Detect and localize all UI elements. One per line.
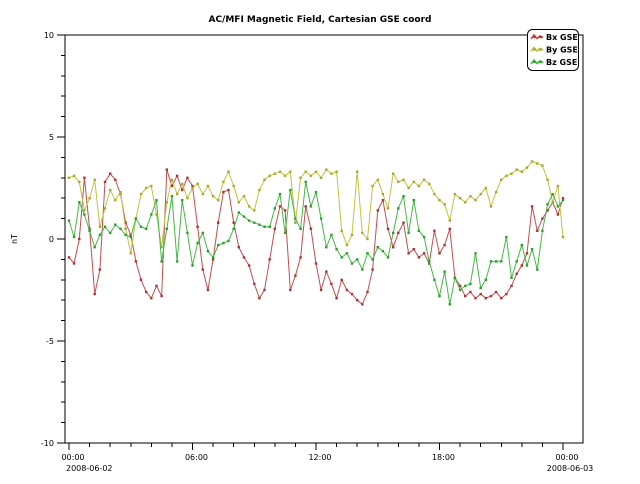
x-tick-label: 06:00 — [185, 453, 208, 462]
y-tick-label: 0 — [49, 235, 54, 244]
legend-label-by: By GSE — [546, 46, 578, 55]
x-tick-label: 00:00 — [61, 453, 84, 462]
x-axis-date-end: 2008-06-03 — [547, 464, 594, 473]
y-tick-label: 10 — [44, 31, 54, 40]
x-tick-label: 12:00 — [308, 453, 331, 462]
series-by-gse — [68, 160, 564, 254]
chart-title: AC/MFI Magnetic Field, Cartesian GSE coo… — [208, 15, 431, 25]
y-axis-label: nT — [10, 234, 19, 244]
plot-area-frame — [65, 35, 583, 443]
legend-label-bx: Bx GSE — [546, 33, 578, 42]
y-tick-label: -10 — [41, 439, 54, 448]
y-tick-label: -5 — [46, 337, 54, 346]
x-tick-label: 00:00 — [555, 453, 578, 462]
legend: Bx GSE By GSE Bz GSE — [528, 30, 579, 71]
chart-canvas: AC/MFI Magnetic Field, Cartesian GSE coo… — [0, 0, 640, 480]
magnetic-field-plot: AC/MFI Magnetic Field, Cartesian GSE coo… — [0, 0, 640, 480]
axes: -10 -5 0 5 10 00:00 06:00 12:00 18:00 00:00 — [41, 31, 579, 462]
series-bx-gse — [68, 168, 564, 305]
data-series-layer — [68, 160, 564, 305]
legend-label-bz: Bz GSE — [546, 58, 577, 67]
series-bz-gse — [68, 181, 564, 306]
x-tick-label: 18:00 — [432, 453, 455, 462]
x-axis-date-start: 2008-06-02 — [66, 464, 113, 473]
y-tick-label: 5 — [49, 133, 54, 142]
